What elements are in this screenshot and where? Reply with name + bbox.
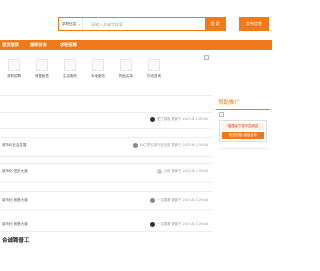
list-item-meta: 一定要看 更新于 2023-6-1 09:00 xyxy=(150,196,208,204)
category-item[interactable]: 物品买卖 xyxy=(116,55,136,79)
category-item[interactable]: 房屋租售 xyxy=(32,55,52,79)
list-item-title: 城市化·我是大道 xyxy=(2,198,28,202)
banner-text: 福建省宁德市霞浦县 xyxy=(222,123,264,130)
search-button[interactable]: 搜 索 xyxy=(205,18,225,30)
sidebar-title: 赞助推广 xyxy=(218,100,241,106)
list-item-author: AA之梦幻旅行社总部 xyxy=(139,143,171,147)
search-input[interactable] xyxy=(83,18,205,30)
category-icon xyxy=(92,59,104,71)
section-title: 合诚聘普工 xyxy=(2,238,30,244)
category-item[interactable]: 在线咨询 xyxy=(144,55,164,79)
divider xyxy=(0,163,212,164)
list-item-title: 城市化社会发展 xyxy=(2,143,27,147)
search-category-select[interactable]: 求职信息 ⌄ xyxy=(59,18,83,30)
avatar xyxy=(156,168,162,174)
list-item-meta: 一定要看 更新于 2023-6-1 09:00 xyxy=(150,220,208,228)
category-icon xyxy=(64,59,76,71)
list-item-meta: 肥丁猫喵 更新于 2023-6-1 09:00 xyxy=(150,115,208,123)
list-item-time: 更新于 2023-6-1 09:00 xyxy=(171,222,208,226)
category-icon xyxy=(36,59,48,71)
list-item-meta: 小帆 更新于 2023-6-1 09:00 xyxy=(156,167,208,175)
list-item[interactable]: 城市化社会发展 AA之梦幻旅行社总部 更新于 2023-6-1 09:00 xyxy=(0,141,212,149)
nav-item-jobs[interactable]: 求职招聘 xyxy=(60,40,77,50)
list-item-author: 一定要看 xyxy=(157,222,171,226)
list-item-author: 一定要看 xyxy=(157,198,171,202)
divider xyxy=(0,95,212,96)
divider xyxy=(0,137,212,138)
nav-item-home[interactable]: 首页推荐 xyxy=(2,40,19,50)
divider xyxy=(0,191,212,192)
list-item-time: 更新于 2023-6-1 09:00 xyxy=(171,169,208,173)
category-label: 本地服务 xyxy=(91,74,105,78)
avatar xyxy=(150,116,156,122)
category-label: 生活服务 xyxy=(63,74,77,78)
search-bar: 求职信息 ⌄ 搜 索 xyxy=(58,17,226,31)
category-icon xyxy=(120,59,132,71)
divider xyxy=(216,109,270,110)
avatar xyxy=(150,197,156,203)
divider xyxy=(0,128,212,129)
main-nav: 首页推荐 兼职任务 求职招聘 xyxy=(0,40,272,50)
divider xyxy=(219,148,267,158)
divider xyxy=(0,182,212,183)
list-item-time: 更新于 2023-6-1 09:00 xyxy=(171,143,208,147)
nav-item-tasks[interactable]: 兼职任务 xyxy=(30,40,47,50)
avatar xyxy=(132,142,138,148)
broken-image-icon xyxy=(219,112,224,117)
ad-banner[interactable]: 福建省宁德市霞浦县 欢迎光临 诚信合作 xyxy=(219,120,267,142)
broken-image-icon xyxy=(204,55,209,60)
divider xyxy=(0,112,212,113)
category-label: 求职招聘 xyxy=(7,74,21,78)
banner-text: 欢迎光临 诚信合作 xyxy=(222,132,264,139)
category-label: 在线咨询 xyxy=(147,74,161,78)
site-header: 求职信息 ⌄ 搜 索 发布信息 xyxy=(0,0,272,40)
list-item[interactable]: 城市化·我是大道 一定要看 更新于 2023-6-1 09:00 xyxy=(0,196,212,204)
list-item-time: 更新于 2023-6-1 09:00 xyxy=(171,198,208,202)
category-label: 房屋租售 xyxy=(35,74,49,78)
divider xyxy=(0,209,212,210)
list-item[interactable]: 城市化·进步大道 小帆 更新于 2023-6-1 09:00 xyxy=(0,167,212,175)
category-item[interactable]: 求职招聘 xyxy=(4,55,24,79)
divider xyxy=(0,231,212,232)
avatar xyxy=(150,221,156,227)
list-item-title: 城市化·进步大道 xyxy=(2,169,28,173)
category-label: 物品买卖 xyxy=(119,74,133,78)
category-item[interactable]: 本地服务 xyxy=(88,55,108,79)
list-item-author: 小帆 xyxy=(163,169,171,173)
divider xyxy=(0,156,212,157)
category-icon xyxy=(8,59,20,71)
list-item[interactable]: 肥丁猫喵 更新于 2023-6-1 09:00 xyxy=(0,115,212,123)
post-button[interactable]: 发布信息 xyxy=(239,17,269,31)
list-item-time: 更新于 2023-6-1 09:00 xyxy=(171,117,208,121)
list-item-meta: AA之梦幻旅行社总部 更新于 2023-6-1 09:00 xyxy=(132,141,208,149)
category-item[interactable]: 生活服务 xyxy=(60,55,80,79)
list-item[interactable]: 城市化·我是大道 一定要看 更新于 2023-6-1 09:00 xyxy=(0,220,212,228)
category-grid: 求职招聘 房屋租售 生活服务 本地服务 物品买卖 在线咨询 xyxy=(0,55,200,83)
category-icon xyxy=(148,59,160,71)
list-item-title: 城市化·我是大道 xyxy=(2,222,28,226)
list-item-author: 肥丁猫喵 xyxy=(157,117,171,121)
